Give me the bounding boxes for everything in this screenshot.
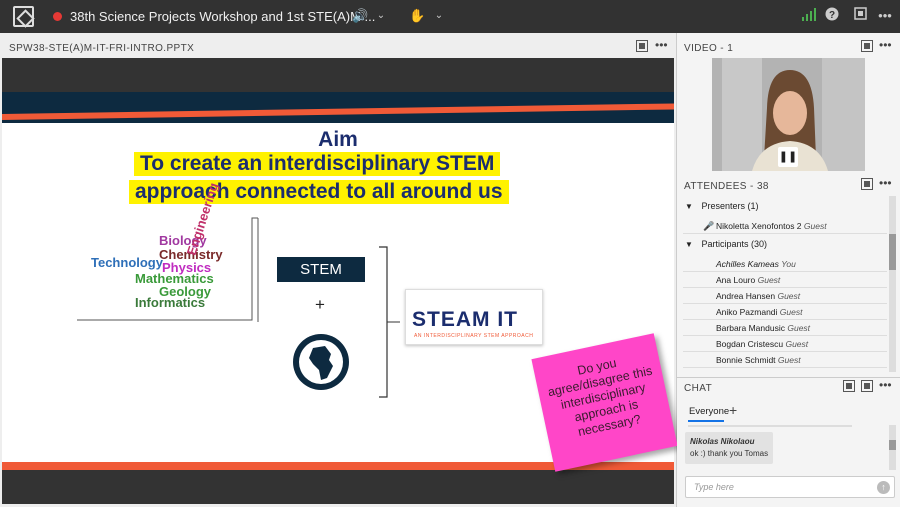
- participant-name: Achilles Kameas: [716, 259, 779, 269]
- participant-row[interactable]: Bonnie Schmidt Guest: [683, 352, 887, 368]
- raise-hand-icon[interactable]: ✋: [409, 7, 425, 25]
- participant-row[interactable]: Barbara Mandusic Guest: [683, 320, 887, 336]
- chat-divider: [688, 425, 852, 427]
- share-pod-title: SPW38-STE(A)M-IT-FRI-INTRO.PPTX: [9, 43, 195, 54]
- record-indicator-icon: [53, 12, 62, 21]
- globe-icon: [293, 334, 349, 390]
- chat-message-text: ok :) thank you Tomas: [690, 449, 769, 458]
- chat-input[interactable]: Type here: [685, 476, 895, 498]
- video-pod-fullscreen-icon[interactable]: [861, 40, 873, 55]
- participant-role: Guest: [787, 323, 811, 333]
- participant-role: Guest: [777, 291, 801, 301]
- share-pod-more-icon[interactable]: •••: [655, 38, 668, 52]
- share-pod-fullscreen-icon[interactable]: [636, 40, 648, 55]
- participant-row[interactable]: Aniko Pazmandi Guest: [683, 304, 887, 320]
- chat-scrollbar-thumb[interactable]: [889, 440, 896, 450]
- presenter-row[interactable]: 🎤 Nikoletta Xenofontos 2 Guest: [683, 218, 887, 234]
- adobe-connect-logo-icon[interactable]: [13, 6, 34, 27]
- signal-icon[interactable]: [801, 7, 817, 25]
- participant-row[interactable]: Ana Louro Guest: [683, 272, 887, 288]
- stem-label-box: STEM: [277, 257, 365, 282]
- pause-icon[interactable]: ❚❚: [778, 147, 798, 167]
- raise-hand-chevron-down-icon[interactable]: ⌄: [433, 7, 445, 25]
- attendees-pod-fullscreen-icon[interactable]: [861, 178, 873, 193]
- chat-pod-fullscreen-icon[interactable]: [861, 380, 873, 395]
- chat-message-author: Nikolas Nikolaou: [690, 437, 755, 446]
- steam-it-logo-text: STEAM IT: [412, 308, 518, 331]
- participant-row[interactable]: Bogdan Cristescu Guest: [683, 336, 887, 352]
- help-icon[interactable]: ?: [824, 7, 840, 25]
- participant-role: Guest: [779, 307, 803, 317]
- more-icon[interactable]: •••: [877, 7, 893, 25]
- participant-name: Aniko Pazmandi: [716, 307, 778, 317]
- microphone-icon: 🎤: [703, 221, 715, 231]
- participant-row[interactable]: Andrea Hansen Guest: [683, 288, 887, 304]
- attendees-scrollbar-thumb[interactable]: [889, 234, 896, 270]
- chevron-down-icon[interactable]: ▼: [685, 240, 693, 249]
- attendees-pod-title: ATTENDEES - 38: [684, 181, 769, 192]
- chevron-down-icon[interactable]: ▼: [685, 202, 693, 211]
- participant-name: Ana Louro: [716, 275, 756, 285]
- participant-name: Andrea Hansen: [716, 291, 776, 301]
- speaker-icon[interactable]: 🔊: [352, 7, 368, 25]
- chat-pod-more-icon[interactable]: •••: [879, 378, 892, 392]
- attendees-scrollbar[interactable]: [889, 196, 896, 372]
- presenter-role: Guest: [803, 221, 827, 231]
- participants-group[interactable]: ▼ Participants (30): [685, 239, 767, 249]
- attendees-pod-more-icon[interactable]: •••: [879, 176, 892, 190]
- top-bar: 38th Science Projects Workshop and 1st S…: [0, 0, 900, 33]
- participant-role: Guest: [785, 339, 809, 349]
- chat-tab-underline: [688, 420, 724, 422]
- presenters-label: Presenters (1): [701, 201, 759, 211]
- add-tab-icon[interactable]: +: [729, 402, 737, 418]
- svg-text:?: ?: [829, 10, 835, 21]
- participant-row[interactable]: Achilles Kameas You: [683, 256, 887, 272]
- participants-label: Participants (30): [701, 239, 767, 249]
- participant-role: You: [781, 259, 796, 269]
- participant-role: Guest: [777, 355, 801, 365]
- sticky-note-text: Do you agree/disagree this interdiscipli…: [546, 355, 654, 439]
- video-pod-more-icon[interactable]: •••: [879, 38, 892, 52]
- meeting-title: 38th Science Projects Workshop and 1st S…: [70, 9, 376, 24]
- plus-sign: +: [315, 295, 325, 314]
- steam-it-logo-subtitle: AN INTERDISCIPLINARY STEM APPROACH: [414, 333, 534, 339]
- chat-pod-restore-icon[interactable]: [843, 380, 855, 395]
- participant-role: Guest: [757, 275, 781, 285]
- chat-tab-everyone[interactable]: Everyone: [689, 406, 729, 417]
- presenters-group[interactable]: ▼ Presenters (1): [685, 201, 758, 211]
- participant-name: Barbara Mandusic: [716, 323, 785, 333]
- speaker-chevron-down-icon[interactable]: ⌄: [375, 7, 387, 25]
- video-pod-title: VIDEO - 1: [684, 43, 734, 54]
- fullscreen-icon[interactable]: [852, 7, 868, 25]
- presenter-name: Nikoletta Xenofontos 2: [716, 221, 802, 231]
- participant-name: Bonnie Schmidt: [716, 355, 776, 365]
- participant-name: Bogdan Cristescu: [716, 339, 784, 349]
- send-icon[interactable]: ↑: [877, 481, 890, 494]
- steam-it-logo: STEAM IT AN INTERDISCIPLINARY STEM APPRO…: [405, 289, 543, 345]
- chat-pod-title: CHAT: [684, 383, 713, 394]
